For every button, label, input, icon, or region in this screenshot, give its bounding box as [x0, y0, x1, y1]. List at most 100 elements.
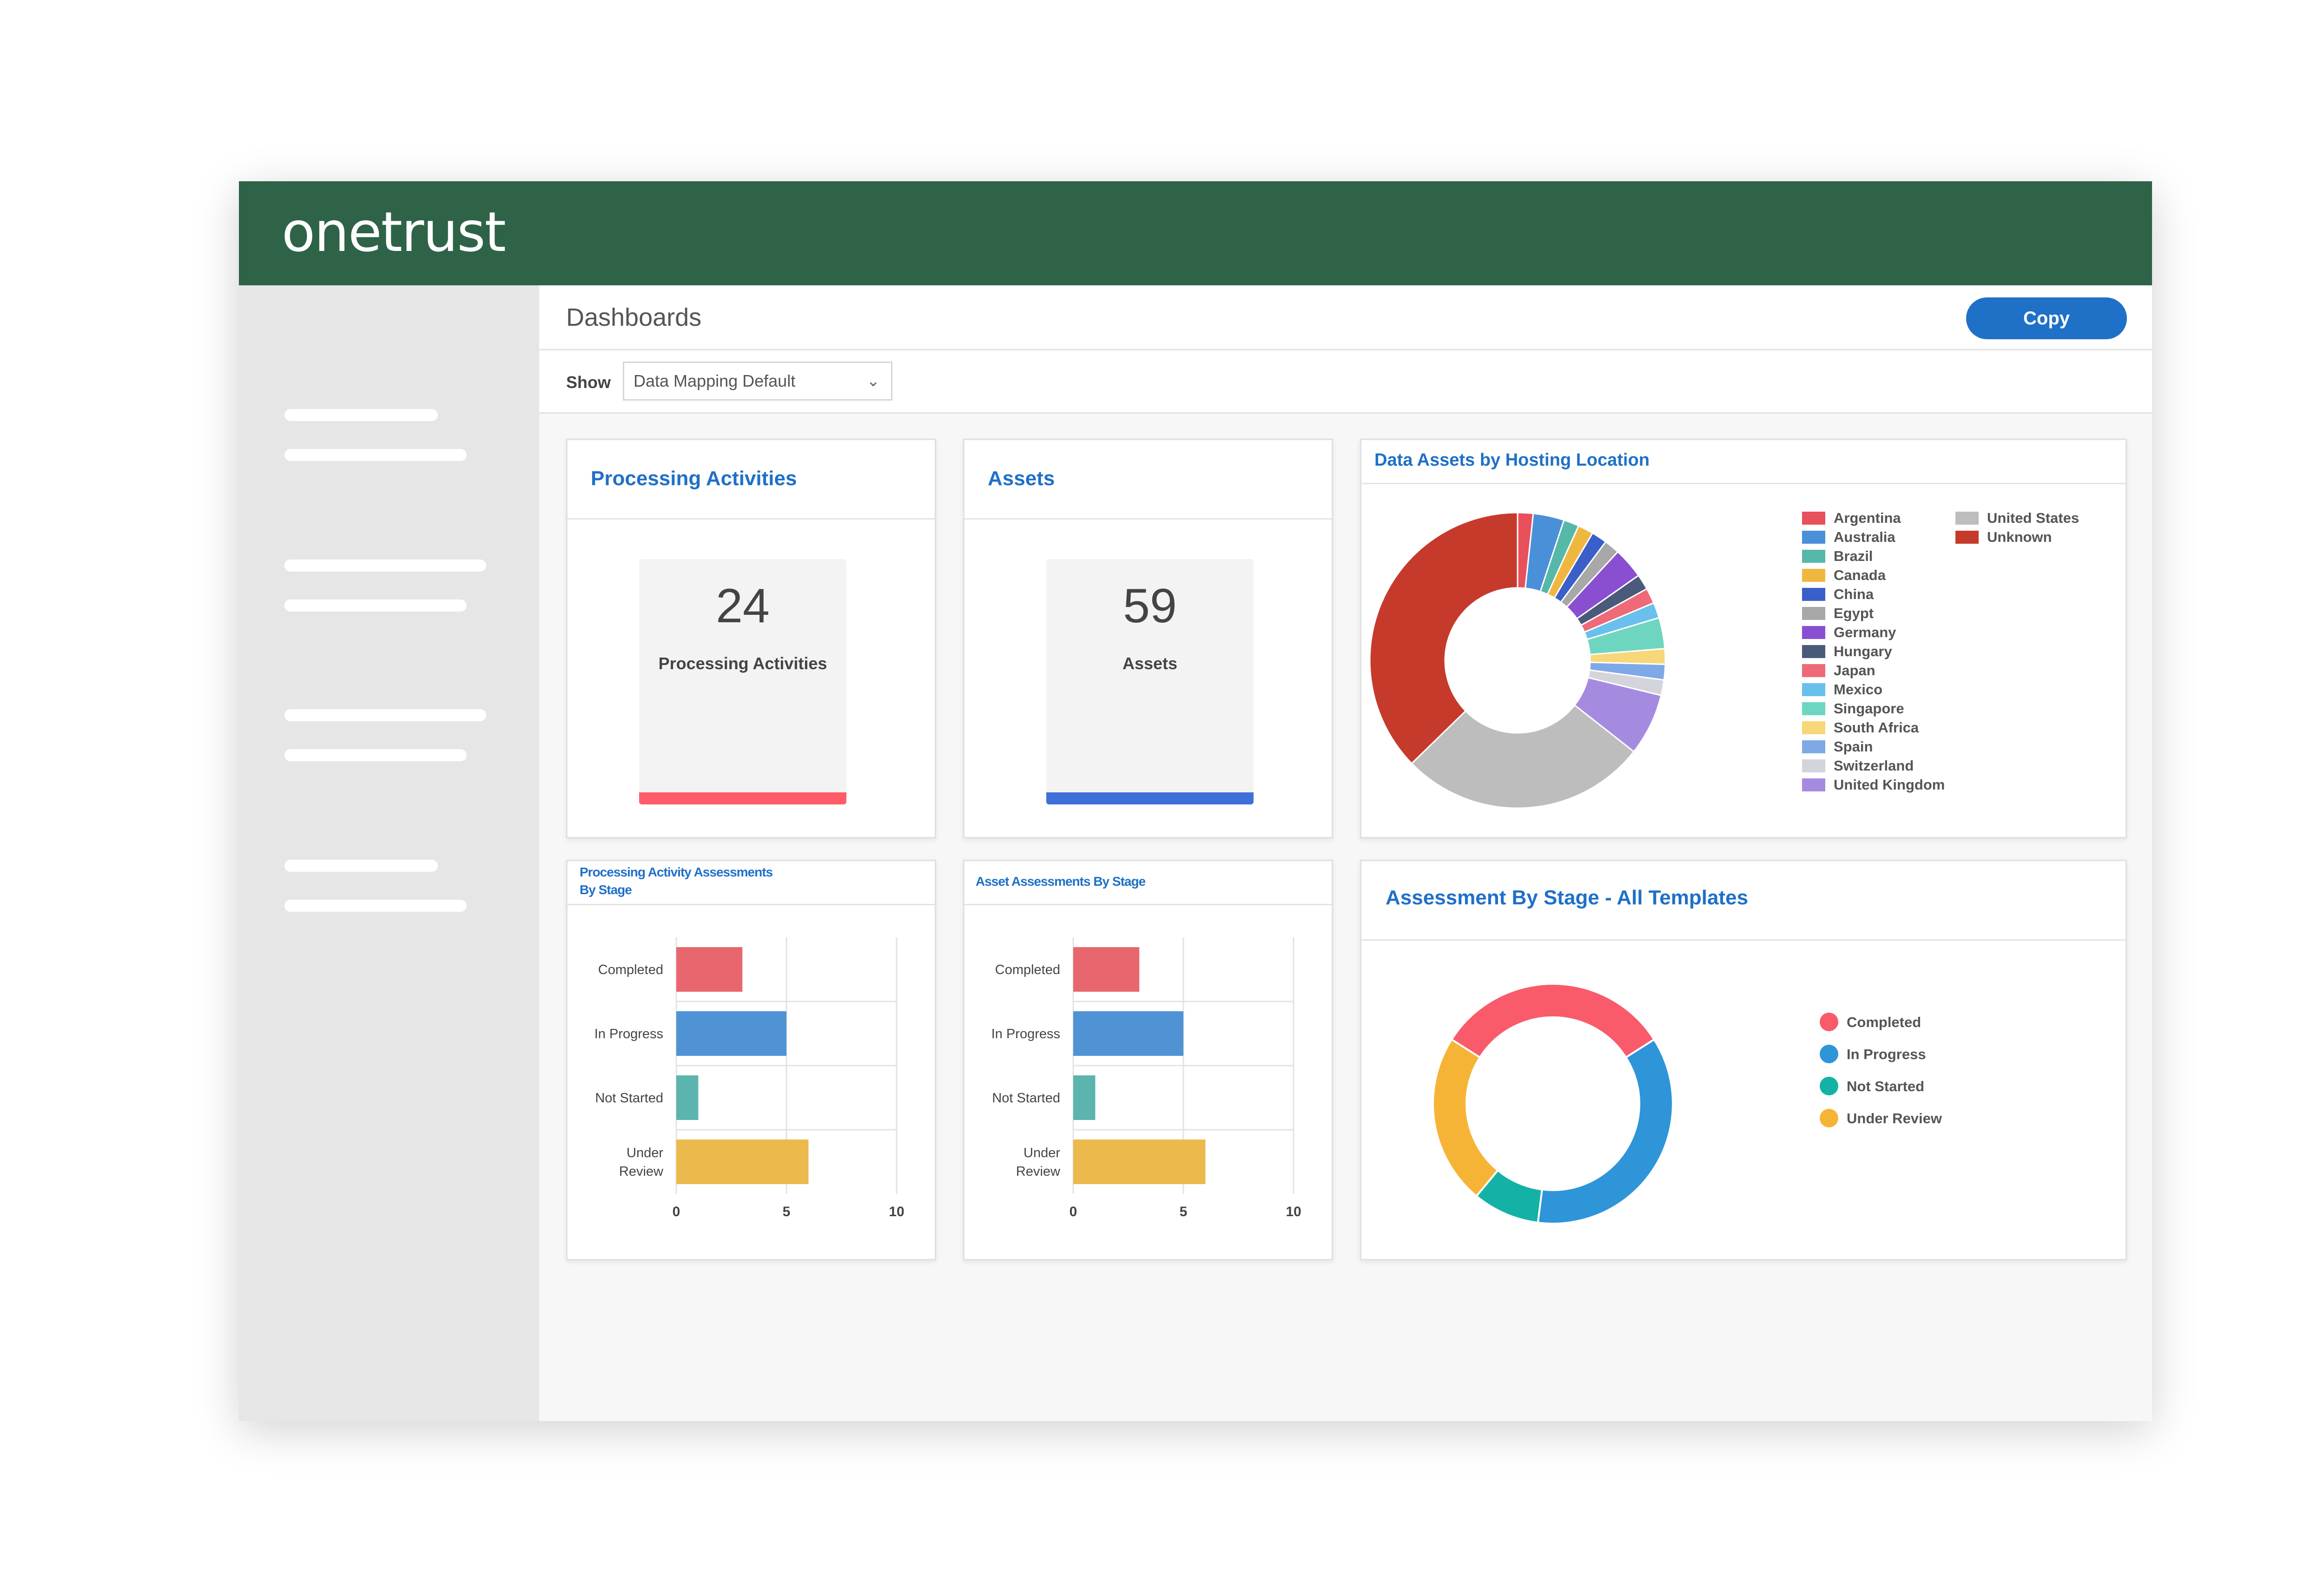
donut-slice[interactable]	[1537, 1038, 1674, 1225]
main-content: Dashboards Copy Show Data Mapping Defaul…	[539, 285, 2152, 1421]
legend-swatch	[1802, 588, 1825, 601]
category-label: Review	[1016, 1164, 1061, 1179]
legend-label: Hungary	[1834, 643, 1893, 659]
bar[interactable]	[1073, 947, 1140, 992]
pa-assessments-card[interactable]: Processing Activity Assessments By Stage…	[566, 860, 936, 1260]
legend-label: Canada	[1834, 567, 1886, 583]
stat-tile: 24 Processing Activities	[639, 559, 846, 804]
card-divider	[964, 518, 1332, 520]
legend-label: Mexico	[1834, 681, 1882, 698]
legend-label: Completed	[1847, 1014, 1921, 1030]
sidebar-item-placeholder[interactable]	[284, 599, 467, 612]
sidebar-item-placeholder[interactable]	[284, 449, 467, 461]
all-templates-donut-chart: Completed In Progress Not Started Under Rev…	[1432, 983, 1942, 1225]
legend-swatch	[1802, 740, 1825, 753]
legend-dot	[1820, 1013, 1838, 1031]
bar[interactable]	[676, 1140, 809, 1184]
bar[interactable]	[1073, 1075, 1096, 1120]
page-header: Dashboards Copy	[539, 285, 2152, 350]
stat-tile: 59 Assets	[1046, 559, 1254, 804]
legend-label: Switzerland	[1834, 757, 1914, 774]
legend-swatch	[1802, 607, 1825, 620]
card-divider	[568, 904, 935, 905]
copy-button[interactable]: Copy	[1966, 297, 2127, 339]
legend-label: China	[1834, 586, 1874, 602]
legend-label: Brazil	[1834, 548, 1873, 564]
x-tick-label: 5	[783, 1204, 791, 1219]
legend-dot	[1820, 1045, 1838, 1063]
legend-swatch	[1802, 626, 1825, 639]
legend-label: Unknown	[1987, 529, 2052, 545]
x-tick-label: 0	[1070, 1204, 1077, 1219]
bar[interactable]	[1073, 1140, 1206, 1184]
category-label: Not Started	[595, 1091, 663, 1106]
filter-bar: Show Data Mapping Default ⌄	[539, 350, 2152, 414]
stat-accent-bar	[639, 792, 846, 804]
card-divider	[1361, 483, 2126, 484]
category-label: Review	[619, 1164, 664, 1179]
top-nav-bar: onetrust	[239, 181, 2152, 285]
bar[interactable]	[676, 947, 743, 992]
category-label: Under	[1023, 1146, 1060, 1160]
dashboard-select[interactable]: Data Mapping Default ⌄	[623, 362, 892, 401]
sidebar-item-placeholder[interactable]	[284, 900, 467, 912]
sidebar-item-placeholder[interactable]	[284, 749, 467, 761]
stat-label: Assets	[1122, 654, 1178, 673]
legend-label: South Africa	[1834, 719, 1919, 736]
asset-assessments-card[interactable]: Asset Assessments By Stage Completed In P…	[963, 860, 1333, 1260]
legend-label: United States	[1987, 510, 2079, 526]
sidebar-item-placeholder[interactable]	[284, 709, 486, 721]
card-title: Assets	[988, 467, 1055, 490]
app-window: onetrust Dashboards Copy Show Data Mappi…	[239, 181, 2152, 1421]
card-title: Data Assets by Hosting Location	[1374, 450, 1650, 470]
pa-assessments-bar-chart: Completed In Progress Not Started Under Revi…	[594, 937, 905, 1219]
legend-label: Germany	[1834, 624, 1896, 640]
stat-accent-bar	[1046, 792, 1254, 804]
legend-swatch	[1802, 512, 1825, 525]
legend-swatch	[1802, 721, 1825, 734]
card-title: Assessment By Stage - All Templates	[1386, 886, 1749, 909]
card-title: Processing Activity Assessments	[580, 865, 773, 879]
legend-label: Under Review	[1847, 1110, 1942, 1126]
bar[interactable]	[1073, 1011, 1183, 1056]
hosting-location-card[interactable]: Data Assets by Hosting Location Argentin…	[1360, 439, 2127, 838]
processing-activities-card[interactable]: Processing Activities 24 Processing Acti…	[566, 439, 936, 838]
legend-label: Spain	[1834, 738, 1873, 755]
card-divider	[568, 518, 935, 520]
sidebar-item-placeholder[interactable]	[284, 409, 438, 421]
onetrust-logo[interactable]: onetrust	[282, 200, 506, 264]
category-label: Under	[627, 1146, 663, 1160]
legend-swatch	[1802, 702, 1825, 715]
category-label: In Progress	[594, 1027, 663, 1041]
donut-slice[interactable]	[1432, 1038, 1499, 1198]
x-tick-label: 5	[1180, 1204, 1188, 1219]
sidebar-item-placeholder[interactable]	[284, 860, 438, 872]
all-templates-card[interactable]: Assessment By Stage - All Templates Comp…	[1360, 860, 2127, 1260]
sidebar-item-placeholder[interactable]	[284, 560, 486, 572]
legend-label: Not Started	[1847, 1078, 1924, 1094]
assets-card[interactable]: Assets 59 Assets	[963, 439, 1333, 838]
category-label: Not Started	[992, 1091, 1060, 1106]
legend-swatch	[1955, 512, 1979, 525]
sidebar	[239, 285, 539, 1421]
bar[interactable]	[676, 1075, 699, 1120]
bar[interactable]	[676, 1011, 786, 1056]
legend-dot	[1820, 1109, 1838, 1127]
asset-assessments-bar-chart: Completed In Progress Not Started Under Revi…	[991, 937, 1301, 1219]
x-tick-label: 10	[1286, 1204, 1301, 1219]
x-tick-label: 0	[673, 1204, 680, 1219]
legend-label: Argentina	[1834, 510, 1901, 526]
legend-swatch	[1802, 645, 1825, 658]
legend-swatch	[1802, 664, 1825, 677]
legend-swatch	[1802, 778, 1825, 791]
legend-swatch	[1802, 569, 1825, 582]
donut-slice[interactable]	[1450, 983, 1656, 1059]
chevron-down-icon: ⌄	[866, 372, 880, 390]
card-title: Processing Activities	[591, 467, 797, 490]
x-tick-label: 10	[889, 1204, 904, 1219]
stat-label: Processing Activities	[658, 654, 827, 673]
card-divider	[1361, 939, 2126, 941]
donut-slice[interactable]	[1369, 512, 1519, 764]
legend-label: Japan	[1834, 662, 1875, 678]
stat-value: 24	[716, 579, 770, 633]
